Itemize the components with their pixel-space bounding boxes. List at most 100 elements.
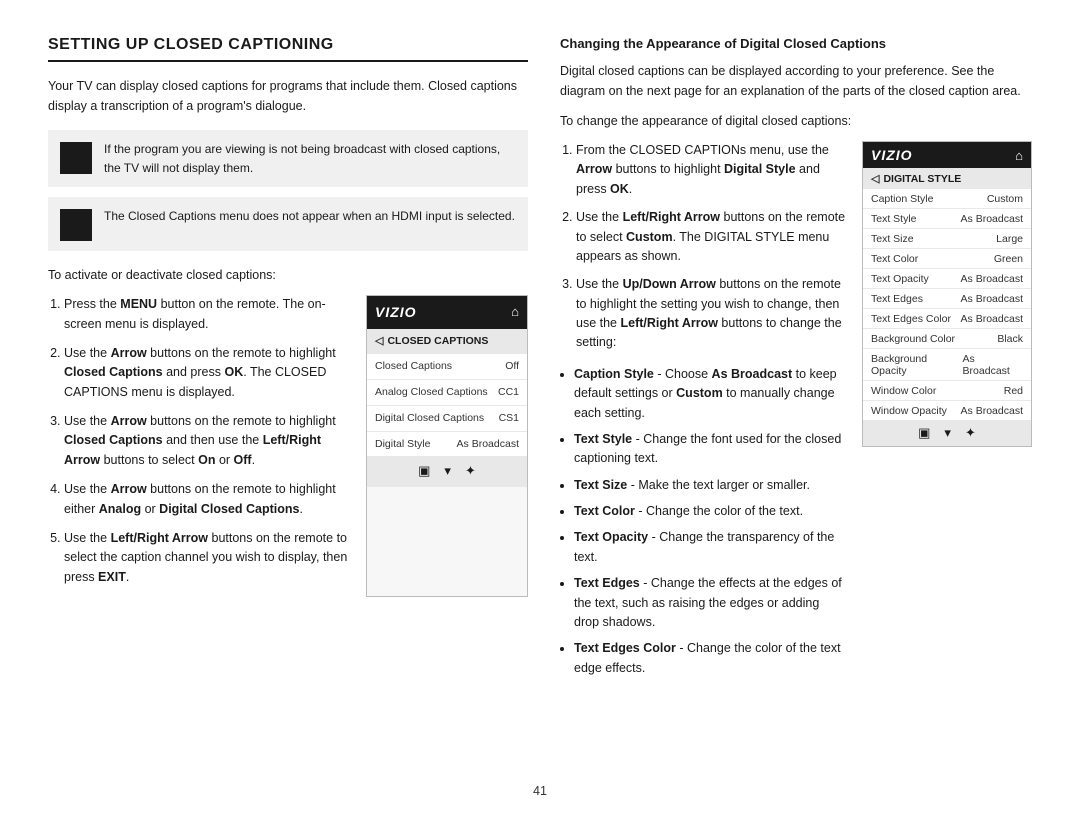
list-item: Text Style - Change the font used for th…	[574, 430, 846, 469]
menu-subtitle-row: ◁ CLOSED CAPTIONS	[367, 329, 527, 355]
footer-icon-2: ▾	[944, 425, 951, 441]
list-item: Text Color - Change the color of the tex…	[574, 502, 846, 521]
digital-menu-row: Text Style As Broadcast	[863, 209, 1031, 229]
left-column: SETTING UP CLOSED CAPTIONING Your TV can…	[48, 36, 528, 774]
digital-menu-row: Text Edges As Broadcast	[863, 289, 1031, 309]
row-value: As Broadcast	[963, 353, 1023, 377]
digital-menu-row: Text Size Large	[863, 229, 1031, 249]
steps-intro: To activate or deactivate closed caption…	[48, 265, 528, 285]
row-value: CC1	[498, 384, 519, 401]
note-text-2: The Closed Captions menu does not appear…	[104, 207, 515, 226]
menu-row: Digital Closed Captions CS1	[367, 406, 527, 432]
list-item: Use the Up/Down Arrow buttons on the rem…	[576, 275, 846, 353]
right-intro-1: Digital closed captions can be displayed…	[560, 61, 1032, 101]
footer-icon-2: ▾	[444, 461, 451, 482]
digital-menu-row: Background Opacity As Broadcast	[863, 349, 1031, 381]
row-label: Background Color	[871, 333, 955, 345]
list-item: Text Size - Make the text larger or smal…	[574, 476, 846, 495]
row-label: Text Size	[871, 233, 914, 245]
note-text-1: If the program you are viewing is not be…	[104, 140, 516, 177]
menu-row: Closed Captions Off	[367, 354, 527, 380]
right-column: Changing the Appearance of Digital Close…	[560, 36, 1032, 774]
row-label: Background Opacity	[871, 353, 963, 377]
row-label: Text Edges Color	[871, 313, 951, 325]
digital-menu-row: Text Color Green	[863, 249, 1031, 269]
list-item: Use the Left/Right Arrow buttons on the …	[576, 208, 846, 266]
digital-back-arrow: ◁	[871, 172, 879, 185]
tv-menu-header: VIZIO ⌂	[367, 296, 527, 328]
row-value: As Broadcast	[457, 436, 519, 453]
digital-menu-rows: Caption Style Custom Text Style As Broad…	[863, 189, 1031, 420]
list-item: Text Opacity - Change the transparency o…	[574, 528, 846, 567]
row-label: Caption Style	[871, 193, 933, 205]
right-steps-list: From the CLOSED CAPTIONs menu, use the A…	[560, 141, 846, 685]
bullets-section: Caption Style - Choose As Broadcast to k…	[560, 365, 846, 678]
row-label: Text Opacity	[871, 273, 929, 285]
note-box-1: If the program you are viewing is not be…	[48, 130, 528, 187]
page-number: 41	[48, 784, 1032, 798]
digital-menu-footer: ▣ ▾ ✦	[863, 420, 1031, 446]
note-icon-2	[60, 209, 92, 241]
menu-row: Digital Style As Broadcast	[367, 432, 527, 457]
row-value: Red	[1004, 385, 1023, 397]
note-box-2: The Closed Captions menu does not appear…	[48, 197, 528, 251]
row-label: Text Edges	[871, 293, 923, 305]
tv-menu-box: VIZIO ⌂ ◁ CLOSED CAPTIONS Closed Caption…	[366, 295, 528, 597]
columns: SETTING UP CLOSED CAPTIONING Your TV can…	[48, 36, 1032, 774]
menu-rows: Closed Captions Off Analog Closed Captio…	[367, 354, 527, 456]
digital-menu-row: Caption Style Custom	[863, 189, 1031, 209]
steps-list: Press the MENU button on the remote. The…	[48, 295, 350, 597]
footer-icon-1: ▣	[418, 461, 430, 482]
note-icon-1	[60, 142, 92, 174]
footer-icon-3: ✦	[465, 461, 476, 482]
row-value: Custom	[987, 193, 1023, 205]
menu-row: Analog Closed Captions CC1	[367, 380, 527, 406]
digital-menu-row: Text Edges Color As Broadcast	[863, 309, 1031, 329]
right-intro-2: To change the appearance of digital clos…	[560, 111, 1032, 131]
list-item: Caption Style - Choose As Broadcast to k…	[574, 365, 846, 423]
list-item: Use the Left/Right Arrow buttons on the …	[64, 529, 350, 587]
list-item: From the CLOSED CAPTIONs menu, use the A…	[576, 141, 846, 199]
row-value: As Broadcast	[961, 213, 1023, 225]
ordered-list: Press the MENU button on the remote. The…	[48, 295, 350, 587]
back-arrow-icon: ◁	[375, 333, 383, 351]
row-value: As Broadcast	[961, 293, 1023, 305]
row-value: As Broadcast	[961, 405, 1023, 417]
row-value: As Broadcast	[961, 313, 1023, 325]
row-label: Window Opacity	[871, 405, 947, 417]
digital-subtitle-text: DIGITAL STYLE	[883, 173, 961, 185]
right-section-title: Changing the Appearance of Digital Close…	[560, 36, 1032, 51]
list-item: Press the MENU button on the remote. The…	[64, 295, 350, 334]
right-steps-with-menu: From the CLOSED CAPTIONs menu, use the A…	[560, 141, 1032, 685]
list-item: Use the Arrow buttons on the remote to h…	[64, 480, 350, 519]
digital-menu-box: VIZIO ⌂ ◁ DIGITAL STYLE Caption Style Cu…	[862, 141, 1032, 447]
digital-vizio-logo: VIZIO	[871, 147, 913, 163]
digital-menu-row: Window Opacity As Broadcast	[863, 401, 1031, 420]
row-value: Off	[505, 358, 519, 375]
row-label: Text Color	[871, 253, 918, 265]
footer-icon-3: ✦	[965, 425, 976, 441]
row-value: Black	[997, 333, 1023, 345]
right-ordered-list: From the CLOSED CAPTIONs menu, use the A…	[560, 141, 846, 353]
footer-icon-1: ▣	[918, 425, 930, 441]
row-label: Window Color	[871, 385, 936, 397]
vizio-logo: VIZIO	[375, 301, 417, 323]
digital-menu-row: Background Color Black	[863, 329, 1031, 349]
digital-home-icon: ⌂	[1015, 148, 1023, 163]
steps-with-menu: Press the MENU button on the remote. The…	[48, 295, 528, 597]
list-item: Use the Arrow buttons on the remote to h…	[64, 344, 350, 402]
digital-menu-row: Text Opacity As Broadcast	[863, 269, 1031, 289]
row-label: Closed Captions	[375, 358, 452, 375]
digital-subtitle-row: ◁ DIGITAL STYLE	[863, 168, 1031, 189]
digital-menu-header: VIZIO ⌂	[863, 142, 1031, 168]
row-value: As Broadcast	[961, 273, 1023, 285]
row-value: CS1	[499, 410, 519, 427]
row-value: Large	[996, 233, 1023, 245]
steps-section: To activate or deactivate closed caption…	[48, 265, 528, 597]
row-label: Analog Closed Captions	[375, 384, 488, 401]
list-item: Text Edges Color - Change the color of t…	[574, 639, 846, 678]
digital-menu-row: Window Color Red	[863, 381, 1031, 401]
bullets-list: Caption Style - Choose As Broadcast to k…	[560, 365, 846, 678]
row-value: Green	[994, 253, 1023, 265]
row-label: Digital Style	[375, 436, 430, 453]
